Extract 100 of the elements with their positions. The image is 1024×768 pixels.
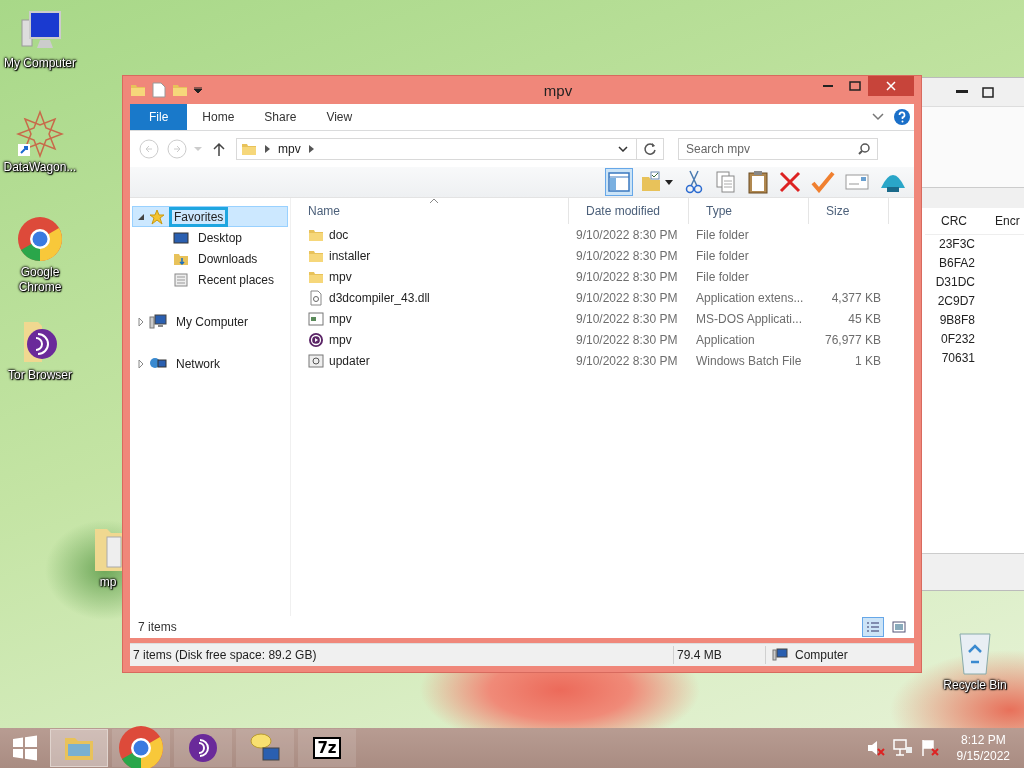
windows-logo-icon xyxy=(12,735,38,761)
scissors-icon xyxy=(685,170,703,194)
folder-icon xyxy=(172,82,188,98)
gear-window-icon xyxy=(308,352,324,369)
recent-places-icon xyxy=(173,271,189,288)
column-header[interactable]: CRC xyxy=(925,214,967,228)
checkmark-icon xyxy=(811,171,835,193)
nav-item[interactable]: Recent places xyxy=(132,269,288,290)
file-name-cell[interactable]: installer xyxy=(291,247,569,264)
chevron-down-icon[interactable] xyxy=(618,146,628,152)
file-name[interactable]: d3dcompiler_43.dll xyxy=(329,290,430,305)
table-cell-text: 9/10/2022 8:30 PM xyxy=(575,227,678,242)
search-field[interactable]: Search mpv xyxy=(678,138,878,160)
file-name-cell[interactable]: updater xyxy=(291,352,569,369)
table-cell-text: File folder xyxy=(695,248,749,263)
taskbar-button[interactable] xyxy=(174,729,232,767)
column-header[interactable]: Date modified xyxy=(569,198,689,224)
nav-item[interactable]: Desktop xyxy=(132,227,288,248)
caret-icon[interactable] xyxy=(194,87,202,93)
file-name[interactable]: mpv xyxy=(329,332,352,347)
table-cell-text: Application extens... xyxy=(695,290,804,305)
details-view-button[interactable] xyxy=(862,617,884,637)
nav-item[interactable]: Downloads xyxy=(132,248,288,269)
flag-icon[interactable] xyxy=(920,739,939,757)
ribbon-tab[interactable]: File xyxy=(130,104,188,130)
taskbar-button[interactable] xyxy=(236,729,294,767)
picture-icon xyxy=(892,621,906,633)
search-icon xyxy=(858,143,870,155)
taskbar-button[interactable]: 7z xyxy=(298,729,356,767)
folder-icon xyxy=(241,141,257,157)
toolbar-button[interactable] xyxy=(605,168,633,196)
file-name[interactable]: updater xyxy=(329,353,370,368)
breadcrumb-arrow-icon[interactable] xyxy=(308,145,314,153)
address-bar[interactable]: mpv xyxy=(236,138,664,160)
table-cell-text: File folder xyxy=(695,227,749,242)
table-cell-text: 9/10/2022 8:30 PM xyxy=(575,332,678,347)
file-name-cell[interactable]: doc xyxy=(291,226,569,243)
column-header[interactable]: Name xyxy=(291,198,569,224)
muted-speaker-icon[interactable] xyxy=(866,740,885,756)
close-button[interactable] xyxy=(868,76,914,96)
computer-icon xyxy=(772,648,788,662)
expanded-arrow-icon[interactable] xyxy=(137,212,145,221)
collapsed-arrow-icon[interactable] xyxy=(137,317,145,326)
file-name-cell[interactable]: mpv xyxy=(291,331,569,348)
chrome-icon xyxy=(117,724,165,768)
taskbar-button[interactable] xyxy=(112,729,170,767)
delete-x-icon xyxy=(779,171,801,193)
gear-file-icon xyxy=(308,289,324,306)
file-name[interactable]: installer xyxy=(329,248,371,263)
play-circle-icon xyxy=(308,331,324,348)
table-cell-text: 9/10/2022 8:30 PM xyxy=(575,311,678,326)
preview-pane-icon xyxy=(608,172,630,192)
minimize-icon[interactable] xyxy=(956,90,968,94)
recycle-bin-icon xyxy=(957,630,993,676)
star-pattern-icon xyxy=(16,110,64,158)
window-title: mpv xyxy=(543,81,573,99)
breadcrumb-arrow-icon[interactable] xyxy=(265,145,270,153)
maximize-icon[interactable] xyxy=(982,86,994,98)
column-header[interactable]: Type xyxy=(689,198,809,224)
table-cell: 4,377 KB xyxy=(831,290,881,305)
details-list-icon xyxy=(866,621,880,633)
folder-check-icon xyxy=(640,171,662,193)
help-icon[interactable] xyxy=(894,109,910,125)
table-cell-text: 2C9D7 xyxy=(936,293,975,310)
table-cell-text: 9B8F8 xyxy=(938,312,975,329)
table-cell-text: 9/10/2022 8:30 PM xyxy=(575,248,678,263)
table-cell: 76,977 KB xyxy=(824,332,881,347)
copy-icon xyxy=(716,171,736,193)
folder-icon xyxy=(130,82,146,98)
collapsed-arrow-icon[interactable] xyxy=(137,359,145,368)
file-name-cell[interactable]: mpv xyxy=(291,268,569,285)
nav-item[interactable]: My Computer xyxy=(132,311,288,332)
document-icon[interactable] xyxy=(152,82,166,98)
item-count: 7 items xyxy=(138,620,177,634)
computer-icon xyxy=(149,313,167,330)
column-header[interactable]: Size xyxy=(809,198,889,224)
breadcrumb-item[interactable]: mpv xyxy=(278,142,301,156)
nav-item[interactable]: Network xyxy=(132,353,288,374)
caret-icon[interactable] xyxy=(665,179,673,185)
monitor-icon xyxy=(173,230,189,245)
column-header[interactable]: Encr xyxy=(995,214,1020,228)
chat-computer-icon xyxy=(249,732,281,764)
clipboard-icon xyxy=(747,170,769,194)
status-location: Computer xyxy=(794,648,848,662)
table-cell-text: 23F3C xyxy=(937,236,975,253)
table-cell-text: 9/10/2022 8:30 PM xyxy=(575,269,678,284)
status-size: 79.4 MB xyxy=(676,648,723,662)
file-name-cell[interactable]: d3dcompiler_43.dll xyxy=(291,289,569,306)
nav-item[interactable]: Favorites xyxy=(132,206,288,227)
table-cell-text: Windows Batch File xyxy=(695,353,802,368)
status-text: 7 items (Disk free space: 89.2 GB) xyxy=(132,648,318,662)
file-name-cell[interactable]: mpv xyxy=(291,310,569,327)
network-icon[interactable] xyxy=(892,739,913,757)
file-name[interactable]: mpv xyxy=(329,269,352,284)
maximize-icon xyxy=(848,81,861,91)
table-cell-text: B6FA2 xyxy=(937,255,975,272)
file-name[interactable]: doc xyxy=(329,227,349,242)
close-icon xyxy=(886,81,896,91)
file-name[interactable]: mpv xyxy=(329,311,352,326)
table-cell-text: MS-DOS Applicati... xyxy=(695,311,803,326)
